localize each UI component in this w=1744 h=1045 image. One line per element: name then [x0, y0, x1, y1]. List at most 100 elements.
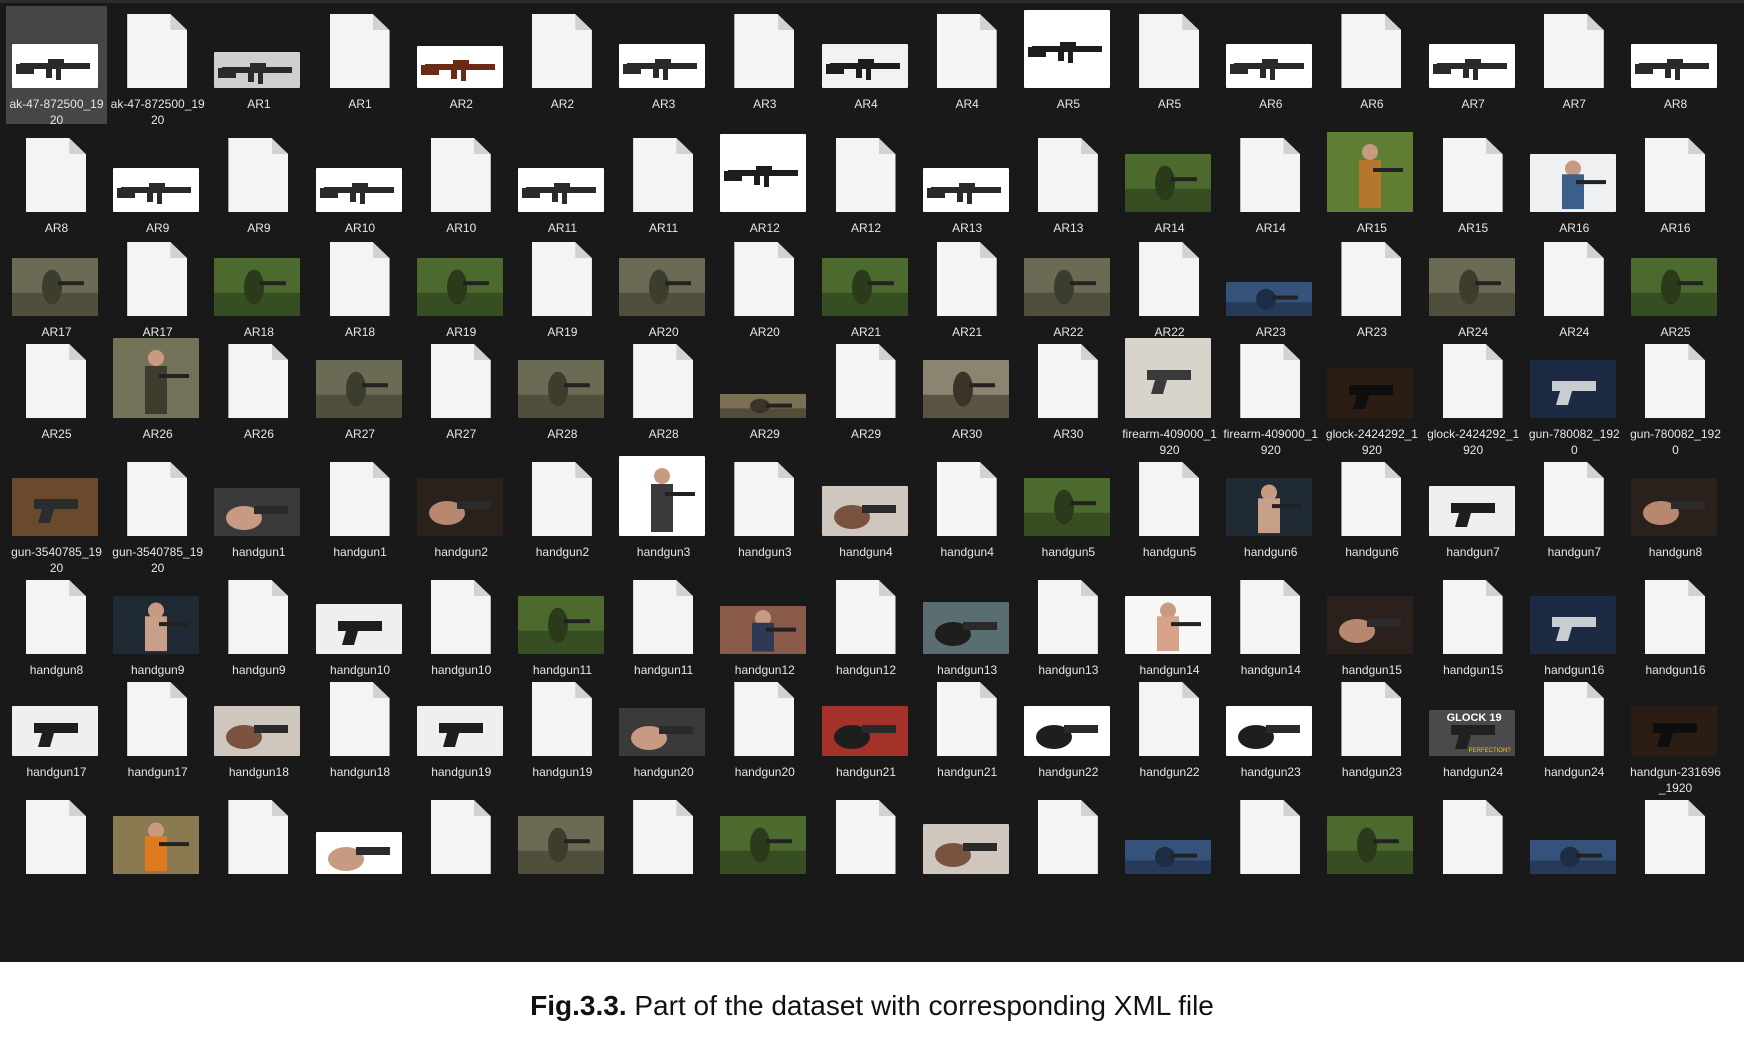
- image-file-item[interactable]: [1524, 792, 1625, 882]
- image-file-item[interactable]: AR2: [411, 6, 512, 124]
- xml-file-item[interactable]: handgun7: [1524, 454, 1625, 568]
- image-file-item[interactable]: handgun-231696_1920: [1625, 674, 1726, 795]
- xml-file-item[interactable]: glock-2424292_1920: [1423, 336, 1524, 457]
- xml-file-item[interactable]: handgun16: [1625, 572, 1726, 677]
- xml-file-item[interactable]: handgun18: [310, 674, 411, 788]
- image-file-item[interactable]: [310, 792, 411, 882]
- image-file-item[interactable]: AR16: [1524, 130, 1625, 235]
- image-file-item[interactable]: AR17: [6, 234, 107, 339]
- xml-file-item[interactable]: AR6: [1321, 6, 1422, 124]
- image-file-item[interactable]: handgun19: [411, 674, 512, 788]
- xml-file-item[interactable]: [1220, 792, 1321, 882]
- image-file-item[interactable]: AR29: [714, 336, 815, 450]
- xml-file-item[interactable]: [816, 792, 917, 882]
- xml-file-item[interactable]: AR4: [917, 6, 1018, 124]
- image-file-item[interactable]: [1321, 792, 1422, 882]
- xml-file-item[interactable]: AR9: [208, 130, 309, 235]
- image-file-item[interactable]: ak-47-872500_1920: [6, 6, 107, 127]
- image-file-item[interactable]: AR25: [1625, 234, 1726, 339]
- xml-file-item[interactable]: AR28: [613, 336, 714, 450]
- xml-file-item[interactable]: handgun24: [1524, 674, 1625, 788]
- image-file-item[interactable]: handgun17: [6, 674, 107, 788]
- xml-file-item[interactable]: [411, 792, 512, 882]
- xml-file-item[interactable]: AR8: [6, 130, 107, 235]
- xml-file-item[interactable]: handgun2: [512, 454, 613, 568]
- image-file-item[interactable]: handgun12: [714, 572, 815, 677]
- xml-file-item[interactable]: AR21: [917, 234, 1018, 339]
- xml-file-item[interactable]: AR14: [1220, 130, 1321, 235]
- image-file-item[interactable]: handgun1: [208, 454, 309, 568]
- xml-file-item[interactable]: handgun4: [917, 454, 1018, 568]
- image-file-item[interactable]: handgun7: [1423, 454, 1524, 568]
- image-file-item[interactable]: handgun18: [208, 674, 309, 788]
- xml-file-item[interactable]: [6, 792, 107, 882]
- xml-file-item[interactable]: AR26: [208, 336, 309, 450]
- image-file-item[interactable]: handgun2: [411, 454, 512, 568]
- xml-file-item[interactable]: AR27: [411, 336, 512, 450]
- image-file-item[interactable]: handgun11: [512, 572, 613, 677]
- xml-file-item[interactable]: handgun1: [310, 454, 411, 568]
- image-file-item[interactable]: AR4: [816, 6, 917, 124]
- image-file-item[interactable]: AR7: [1423, 6, 1524, 124]
- xml-file-item[interactable]: AR12: [816, 130, 917, 235]
- image-file-item[interactable]: [714, 792, 815, 882]
- xml-file-item[interactable]: AR5: [1119, 6, 1220, 124]
- image-file-item[interactable]: gun-3540785_1920: [6, 454, 107, 575]
- image-file-item[interactable]: handgun6: [1220, 454, 1321, 568]
- image-file-item[interactable]: AR10: [310, 130, 411, 235]
- xml-file-item[interactable]: handgun11: [613, 572, 714, 677]
- image-file-item[interactable]: AR22: [1018, 234, 1119, 339]
- xml-file-item[interactable]: AR7: [1524, 6, 1625, 124]
- xml-file-item[interactable]: handgun5: [1119, 454, 1220, 568]
- image-file-item[interactable]: AR27: [310, 336, 411, 450]
- xml-file-item[interactable]: [1018, 792, 1119, 882]
- image-file-item[interactable]: AR20: [613, 234, 714, 339]
- image-file-item[interactable]: handgun10: [310, 572, 411, 677]
- xml-file-item[interactable]: handgun23: [1321, 674, 1422, 788]
- xml-file-item[interactable]: ak-47-872500_1920: [107, 6, 208, 127]
- xml-file-item[interactable]: AR30: [1018, 336, 1119, 450]
- image-file-item[interactable]: AR18: [208, 234, 309, 339]
- image-file-item[interactable]: AR5: [1018, 6, 1119, 124]
- xml-file-item[interactable]: handgun17: [107, 674, 208, 788]
- image-file-item[interactable]: GLOCK 19 PERFECTION? handgun24: [1423, 674, 1524, 788]
- image-file-item[interactable]: AR28: [512, 336, 613, 450]
- image-file-item[interactable]: [512, 792, 613, 882]
- xml-file-item[interactable]: handgun12: [816, 572, 917, 677]
- xml-file-item[interactable]: AR19: [512, 234, 613, 339]
- xml-file-item[interactable]: AR1: [310, 6, 411, 124]
- image-file-item[interactable]: handgun20: [613, 674, 714, 788]
- xml-file-item[interactable]: AR20: [714, 234, 815, 339]
- image-file-item[interactable]: handgun13: [917, 572, 1018, 677]
- image-file-item[interactable]: firearm-409000_1920: [1119, 336, 1220, 457]
- image-file-item[interactable]: handgun14: [1119, 572, 1220, 677]
- image-file-item[interactable]: handgun9: [107, 572, 208, 677]
- image-file-item[interactable]: AR19: [411, 234, 512, 339]
- xml-file-item[interactable]: handgun20: [714, 674, 815, 788]
- xml-file-item[interactable]: handgun8: [6, 572, 107, 677]
- image-file-item[interactable]: AR12: [714, 130, 815, 235]
- xml-file-item[interactable]: AR2: [512, 6, 613, 124]
- image-file-item[interactable]: AR6: [1220, 6, 1321, 124]
- image-file-item[interactable]: AR1: [208, 6, 309, 124]
- image-file-item[interactable]: handgun4: [816, 454, 917, 568]
- image-file-item[interactable]: gun-780082_1920: [1524, 336, 1625, 457]
- xml-file-item[interactable]: AR15: [1423, 130, 1524, 235]
- image-file-item[interactable]: AR15: [1321, 130, 1422, 235]
- image-file-item[interactable]: AR21: [816, 234, 917, 339]
- xml-file-item[interactable]: AR23: [1321, 234, 1422, 339]
- xml-file-item[interactable]: [1625, 792, 1726, 882]
- image-file-item[interactable]: AR8: [1625, 6, 1726, 124]
- xml-file-item[interactable]: handgun22: [1119, 674, 1220, 788]
- xml-file-item[interactable]: AR24: [1524, 234, 1625, 339]
- xml-file-item[interactable]: handgun14: [1220, 572, 1321, 677]
- xml-file-item[interactable]: [613, 792, 714, 882]
- xml-file-item[interactable]: handgun13: [1018, 572, 1119, 677]
- xml-file-item[interactable]: handgun9: [208, 572, 309, 677]
- xml-file-item[interactable]: AR25: [6, 336, 107, 450]
- image-file-item[interactable]: [1119, 792, 1220, 882]
- image-file-item[interactable]: AR24: [1423, 234, 1524, 339]
- image-file-item[interactable]: handgun8: [1625, 454, 1726, 568]
- xml-file-item[interactable]: AR10: [411, 130, 512, 235]
- image-file-item[interactable]: glock-2424292_1920: [1321, 336, 1422, 457]
